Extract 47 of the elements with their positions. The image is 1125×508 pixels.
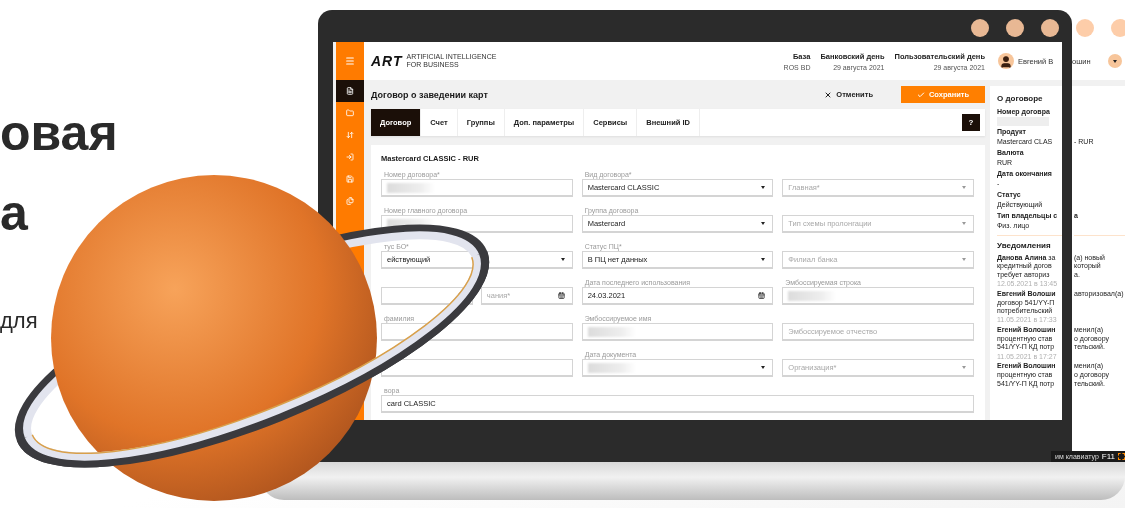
- decorative-dot: [1076, 19, 1094, 37]
- page-title: Договор о заведении карт: [371, 89, 489, 100]
- key-label: F11: [1101, 452, 1115, 461]
- nav-icon: [346, 153, 354, 161]
- input-field[interactable]: [381, 359, 573, 377]
- hidden-value: [387, 218, 435, 229]
- caret-icon: [761, 186, 766, 189]
- nav-item[interactable]: [336, 80, 364, 102]
- nav-icon: [346, 87, 354, 95]
- nav-icon: [346, 175, 354, 183]
- decorative-dot: [1111, 19, 1125, 37]
- caret-icon: [761, 258, 766, 261]
- check-icon: [916, 90, 925, 99]
- input-field[interactable]: [381, 323, 573, 341]
- menu-icon: [345, 56, 355, 66]
- headline-text: а: [0, 188, 28, 238]
- caret-icon: [761, 222, 766, 225]
- nav-icon: [346, 109, 354, 117]
- logo-mark: ART: [371, 53, 403, 69]
- caret-icon: [1113, 59, 1117, 63]
- help-button[interactable]: ?: [962, 114, 980, 132]
- nav-icon: [346, 131, 354, 139]
- close-icon: [824, 90, 833, 99]
- calendar-icon: [758, 292, 766, 299]
- section-heading: Уведомления: [997, 242, 1051, 250]
- body-text: для: [0, 310, 38, 332]
- hidden-value: [387, 182, 435, 193]
- input-field[interactable]: [381, 215, 573, 233]
- hidden-value: [587, 326, 636, 337]
- input-field[interactable]: [782, 287, 974, 305]
- caret-icon: [962, 186, 966, 189]
- select-field[interactable]: [581, 359, 774, 377]
- fullscreen-icon: [1118, 453, 1125, 460]
- caret-icon: [761, 366, 766, 369]
- section-heading: О договоре: [997, 95, 1043, 103]
- input-field[interactable]: [581, 323, 774, 341]
- avatar-icon: [998, 53, 1014, 69]
- caret-icon: [962, 258, 966, 261]
- hidden-value: [587, 362, 636, 373]
- caret-icon: [560, 258, 565, 261]
- caret-icon: [962, 366, 966, 369]
- input-field[interactable]: [381, 179, 573, 197]
- headline-text: овая: [0, 108, 118, 158]
- nav-icon: [346, 197, 354, 205]
- calendar-icon: [557, 292, 565, 299]
- user-menu-button[interactable]: [1108, 54, 1122, 68]
- caret-icon: [962, 222, 966, 225]
